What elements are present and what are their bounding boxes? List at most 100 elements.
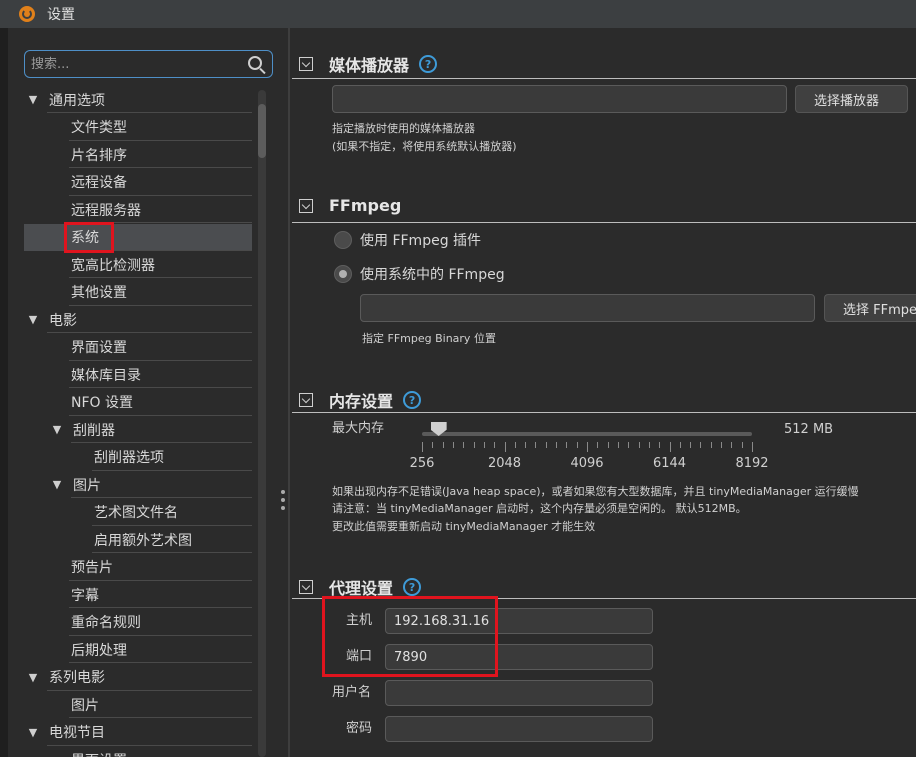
- tree-item[interactable]: 系统: [24, 223, 252, 251]
- search-icon[interactable]: [248, 56, 262, 70]
- tree-item-label: 图片: [71, 697, 99, 714]
- proxy-port-input[interactable]: [385, 644, 653, 670]
- expand-caret-icon[interactable]: ▼: [48, 423, 66, 436]
- radio-selected-icon[interactable]: [334, 265, 352, 283]
- tree-item[interactable]: 刮削器选项: [24, 444, 252, 471]
- tree-item[interactable]: ▼ 系列电影: [24, 664, 252, 691]
- search-input[interactable]: [31, 54, 231, 74]
- tree-item[interactable]: 宽高比检测器: [24, 251, 252, 278]
- tree-item-label: 重命名规则: [71, 615, 141, 631]
- tree-item[interactable]: ▼ 电视节目: [24, 719, 252, 746]
- tree-item-label: 电影: [49, 312, 77, 329]
- slider-tick: [545, 442, 547, 448]
- tree-item[interactable]: 图片: [24, 691, 252, 718]
- tree-item[interactable]: 其他设置: [24, 279, 252, 306]
- username-label: 用户名: [332, 685, 372, 700]
- search-box[interactable]: [24, 50, 273, 78]
- panel-splitter[interactable]: [276, 28, 290, 757]
- select-player-button[interactable]: 选择播放器: [795, 85, 908, 113]
- memory-slider-track[interactable]: [422, 432, 752, 436]
- tree-item[interactable]: ▼ 刮削器: [24, 416, 252, 443]
- media-player-path-input[interactable]: [332, 85, 787, 113]
- window-title: 设置: [47, 7, 75, 23]
- tree-item-label: 宽高比检测器: [71, 257, 155, 274]
- tree-scrollbar-thumb[interactable]: [258, 104, 266, 158]
- select-ffmpeg-button[interactable]: 选择 FFmpeg: [824, 294, 916, 322]
- divider: [292, 412, 916, 413]
- ffmpeg-plugin-radio[interactable]: 使用 FFmpeg 插件: [334, 230, 481, 250]
- proxy-section-header: 代理设置 ?: [299, 575, 916, 599]
- slider-tick: [483, 442, 485, 448]
- tree-item-label: 界面设置: [71, 750, 127, 757]
- tree-item[interactable]: 远程服务器: [24, 196, 252, 223]
- slider-tick: [597, 442, 599, 448]
- help-icon[interactable]: ?: [403, 391, 422, 409]
- slider-tick: [473, 442, 475, 448]
- tree-item[interactable]: 艺术图文件名: [24, 499, 252, 526]
- help-icon[interactable]: ?: [419, 55, 438, 73]
- slider-tick: [587, 442, 588, 452]
- slider-tick: [628, 442, 630, 448]
- tree-item[interactable]: ▼ 通用选项: [24, 86, 252, 113]
- proxy-username-input[interactable]: [385, 680, 653, 706]
- collapse-icon[interactable]: [299, 57, 313, 71]
- tree-item[interactable]: 重命名规则: [24, 609, 252, 636]
- ffmpeg-path-input[interactable]: [360, 294, 815, 322]
- help-icon[interactable]: ?: [403, 578, 422, 596]
- media-player-hint-2: (如果不指定，将使用系统默认播放器): [332, 140, 517, 153]
- expand-caret-icon[interactable]: ▼: [24, 313, 42, 326]
- slider-tick: [504, 442, 506, 452]
- tree-item[interactable]: 文件类型: [24, 114, 252, 141]
- tree-item[interactable]: 预告片: [24, 554, 252, 581]
- tree-item[interactable]: 远程设备: [24, 169, 252, 196]
- tree-item[interactable]: 字幕: [24, 581, 252, 608]
- slider-tick: [442, 442, 444, 448]
- tree-item-label: 远程设备: [71, 175, 127, 191]
- background-window-edge: [0, 28, 8, 757]
- tree-item[interactable]: 界面设置: [24, 746, 252, 757]
- slider-tick: [710, 442, 712, 448]
- tree-item[interactable]: 媒体库目录: [24, 361, 252, 388]
- tree-item-label: 图片: [73, 477, 101, 494]
- slider-tick: [690, 442, 692, 448]
- splitter-grip-icon[interactable]: [281, 490, 285, 510]
- expand-caret-icon[interactable]: ▼: [24, 671, 42, 684]
- radio-icon[interactable]: [334, 231, 352, 249]
- tree-item[interactable]: 后期处理: [24, 636, 252, 663]
- ffmpeg-hint: 指定 FFmpeg Binary 位置: [362, 332, 496, 345]
- proxy-host-input[interactable]: [385, 608, 653, 634]
- radio-label: 使用系统中的 FFmpeg: [360, 267, 505, 283]
- collapse-icon[interactable]: [299, 198, 313, 213]
- host-label: 主机: [346, 613, 373, 628]
- tree-item[interactable]: 片名排序: [24, 141, 252, 168]
- tree-scrollbar[interactable]: [258, 90, 266, 757]
- slider-tick: [617, 442, 619, 448]
- tree-item-label: 刮削器选项: [94, 450, 164, 466]
- collapse-icon[interactable]: [299, 580, 313, 594]
- tree-item-label: 系列电影: [49, 670, 105, 686]
- slider-tick: [752, 442, 753, 452]
- proxy-password-input[interactable]: [385, 716, 653, 742]
- slider-tick: [679, 442, 681, 448]
- tree-item[interactable]: ▼ 电影: [24, 306, 252, 333]
- tree-item-label: 刮削器: [73, 422, 115, 439]
- tree-item[interactable]: 界面设置: [24, 334, 252, 361]
- collapse-icon[interactable]: [299, 393, 313, 407]
- tree-item[interactable]: NFO 设置: [24, 389, 252, 416]
- settings-content: 媒体播放器 ? 选择播放器 指定播放时使用的媒体播放器 (如果不指定，将使用系统…: [292, 28, 916, 757]
- tree-item-label: 系统: [71, 230, 99, 246]
- media-player-hint: 指定播放时使用的媒体播放器: [332, 122, 475, 135]
- expand-caret-icon[interactable]: ▼: [48, 478, 66, 491]
- memory-note-1: 如果出现内存不足错误(Java heap space)，或者如果您有大型数据库，…: [332, 485, 859, 498]
- slider-tick: [607, 442, 609, 448]
- divider: [292, 598, 916, 599]
- ffmpeg-system-radio[interactable]: 使用系统中的 FFmpeg: [334, 264, 505, 284]
- section-title: 代理设置: [329, 579, 394, 598]
- tree-item-label: 电视节目: [49, 725, 105, 741]
- tree-item[interactable]: ▼ 图片: [24, 471, 252, 498]
- tree-item-label: 通用选项: [49, 92, 105, 109]
- expand-caret-icon[interactable]: ▼: [24, 726, 42, 739]
- slider-tick-label: 8192: [735, 456, 769, 471]
- tree-item[interactable]: 启用额外艺术图: [24, 526, 252, 553]
- expand-caret-icon[interactable]: ▼: [24, 93, 42, 106]
